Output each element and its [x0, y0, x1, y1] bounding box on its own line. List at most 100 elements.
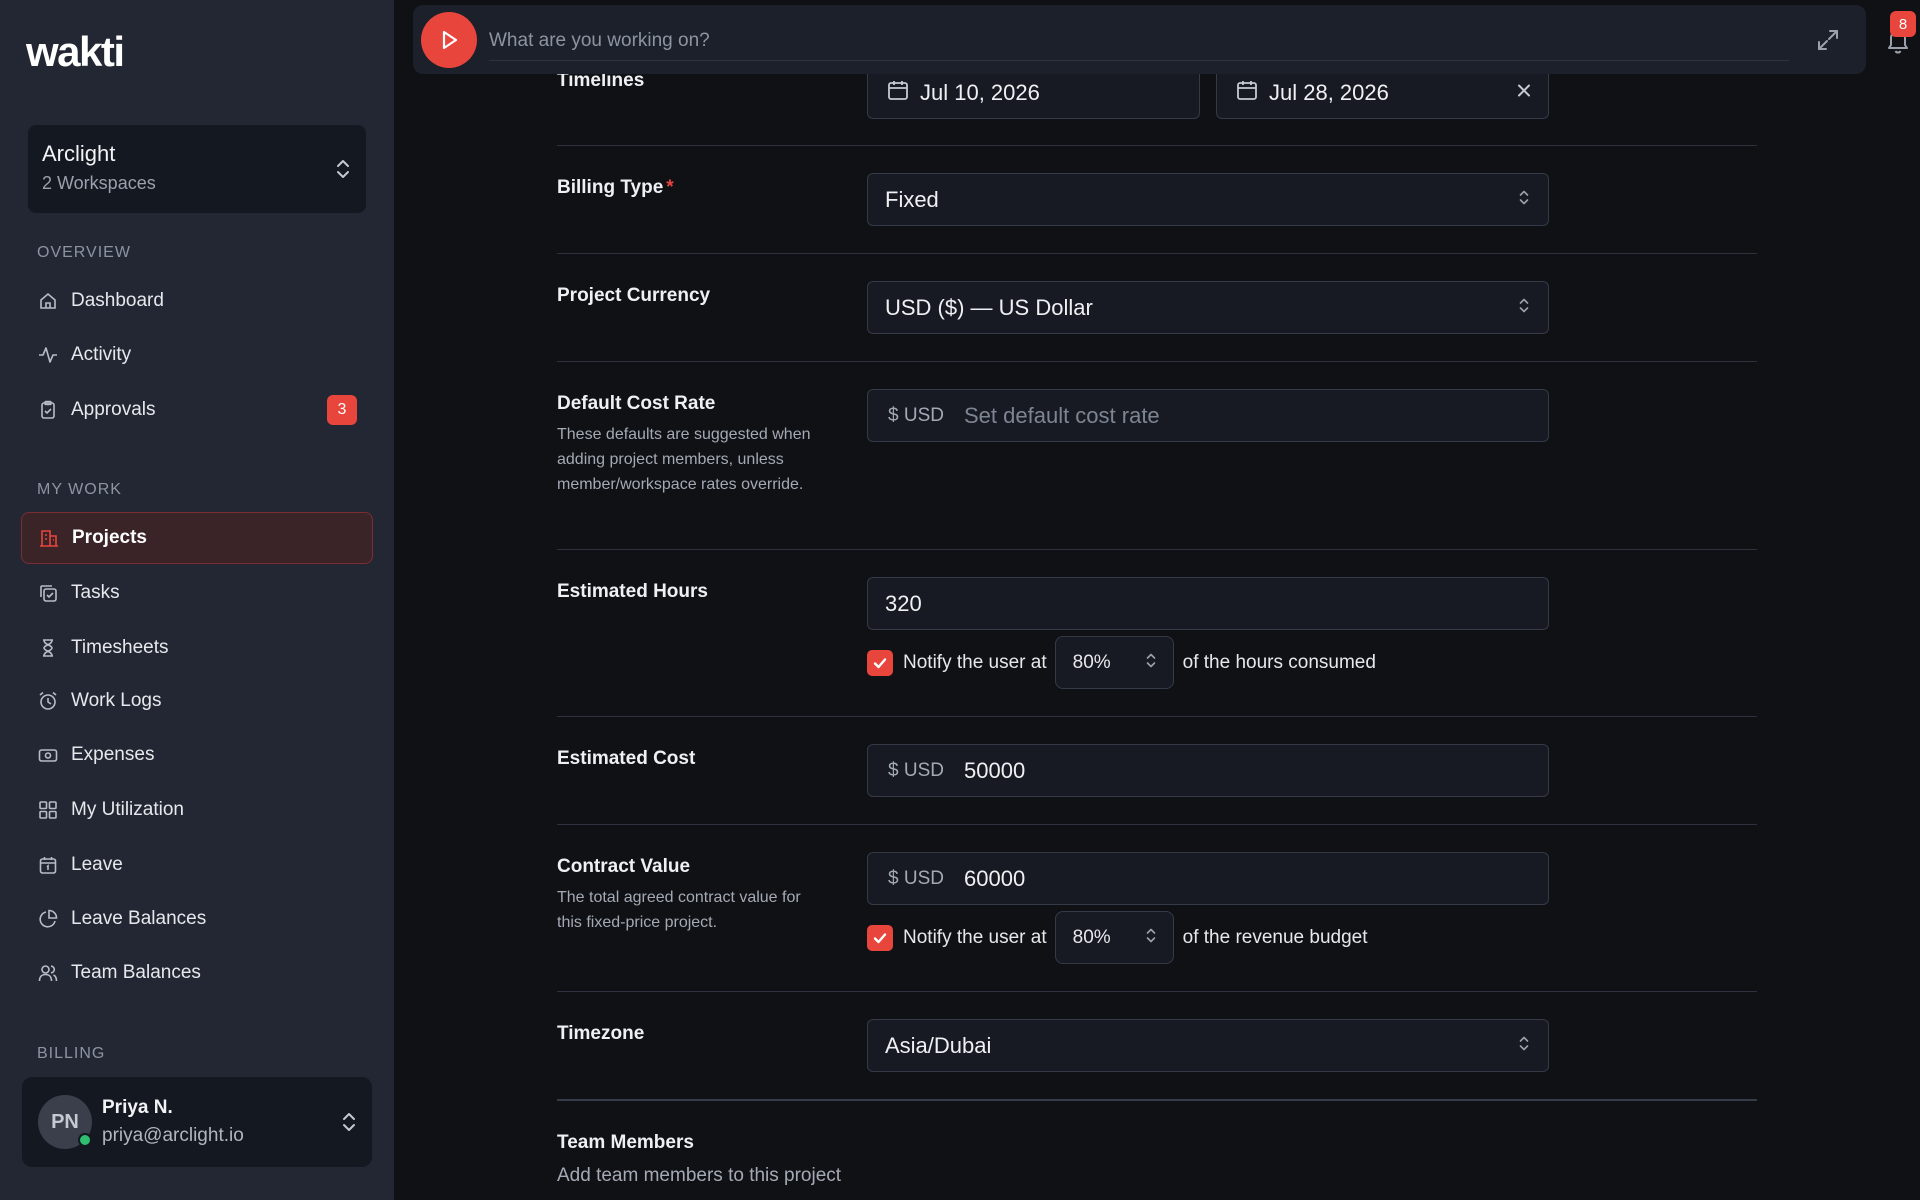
- project-currency-value: USD ($) — US Dollar: [885, 294, 1093, 320]
- estimated-cost-input[interactable]: [964, 757, 1484, 784]
- default-cost-rate-label: Default Cost Rate: [557, 393, 716, 414]
- hours-threshold-value: 80%: [1072, 651, 1111, 673]
- sidebar-item-label: Leave: [71, 854, 123, 875]
- notify-suffix-text: of the hours consumed: [1182, 651, 1376, 673]
- team-members-heading: Team Members: [557, 1132, 694, 1153]
- sidebar-item-dashboard[interactable]: Dashboard: [21, 275, 373, 327]
- calendar-icon: [886, 78, 910, 107]
- workspace-switcher[interactable]: Arclight 2 Workspaces: [28, 125, 366, 213]
- chevron-up-down-icon: [1145, 925, 1157, 950]
- timezone-value: Asia/Dubai: [885, 1032, 992, 1058]
- sidebar-item-label: Approvals: [71, 399, 156, 420]
- divider: [557, 716, 1757, 717]
- start-timer-button[interactable]: [421, 12, 477, 68]
- currency-prefix: $ USD: [888, 404, 944, 426]
- default-cost-rate-field: $ USD: [867, 389, 1549, 442]
- estimated-cost-label: Estimated Cost: [557, 748, 696, 769]
- hours-threshold-select[interactable]: 80%: [1054, 636, 1174, 689]
- estimated-hours-field: [867, 577, 1549, 630]
- default-cost-rate-help: These defaults are suggested when adding…: [557, 426, 811, 493]
- chevron-up-down-icon: [342, 1111, 356, 1133]
- sidebar-item-tasks[interactable]: Tasks: [21, 567, 373, 619]
- divider: [557, 361, 1757, 362]
- timer-bar: 8: [413, 5, 1916, 74]
- section-label-my-work: MY WORK: [37, 481, 122, 498]
- project-currency-select[interactable]: USD ($) — US Dollar: [867, 281, 1549, 334]
- sidebar-item-label: Timesheets: [71, 637, 169, 658]
- sidebar-item-label: Expenses: [71, 744, 155, 765]
- sidebar-item-label: Tasks: [71, 582, 120, 603]
- sidebar-item-leave-balances[interactable]: Leave Balances: [21, 893, 373, 945]
- clear-date-icon[interactable]: [1516, 82, 1532, 103]
- grid-icon: [37, 799, 59, 821]
- hours-notify-row: Notify the user at 80% of the hours cons…: [867, 636, 1376, 689]
- sidebar-item-leave[interactable]: Leave: [21, 839, 373, 891]
- sidebar-item-label: Activity: [71, 344, 132, 365]
- divider: [557, 1099, 1757, 1101]
- calendar-icon: [1235, 78, 1259, 107]
- start-date-value: Jul 10, 2026: [920, 79, 1040, 105]
- sidebar-item-label: My Utilization: [71, 799, 184, 820]
- chevron-up-down-icon: [1518, 187, 1530, 212]
- hours-notify-checkbox[interactable]: [867, 649, 893, 676]
- revenue-notify-row: Notify the user at 80% of the revenue bu…: [867, 911, 1368, 964]
- sidebar-item-approvals[interactable]: Approvals 3: [21, 384, 373, 436]
- revenue-notify-checkbox[interactable]: [867, 924, 893, 951]
- sidebar-item-team-balances[interactable]: Team Balances: [21, 947, 373, 999]
- billing-type-label: Billing Type *: [557, 177, 674, 199]
- building-icon: [38, 527, 60, 549]
- sidebar-item-timesheets[interactable]: Timesheets: [21, 622, 373, 674]
- sidebar-item-work-logs[interactable]: Work Logs: [21, 675, 373, 727]
- check-icon: [873, 657, 887, 668]
- contract-value-input[interactable]: [964, 865, 1484, 892]
- end-date-value: Jul 28, 2026: [1269, 79, 1389, 105]
- sidebar-item-my-utilization[interactable]: My Utilization: [21, 784, 373, 836]
- sidebar-item-label: Projects: [72, 527, 147, 548]
- billing-type-value: Fixed: [885, 186, 939, 212]
- sidebar-item-projects[interactable]: Projects: [21, 512, 373, 564]
- calendar-icon: [37, 854, 59, 876]
- notify-prefix-text: Notify the user at: [903, 926, 1047, 948]
- online-status-icon: [78, 1133, 92, 1147]
- revenue-threshold-value: 80%: [1072, 926, 1111, 948]
- hourglass-icon: [37, 637, 59, 659]
- chevron-up-down-icon: [336, 158, 350, 180]
- revenue-threshold-select[interactable]: 80%: [1054, 911, 1174, 964]
- notify-prefix-text: Notify the user at: [903, 651, 1047, 673]
- contract-value-field: $ USD: [867, 852, 1549, 905]
- billing-type-select[interactable]: Fixed: [867, 173, 1549, 226]
- billing-type-label-text: Billing Type: [557, 177, 664, 198]
- clipboard-check-icon: [37, 399, 59, 421]
- notify-suffix-text: of the revenue budget: [1182, 926, 1368, 948]
- chevron-up-down-icon: [1518, 295, 1530, 320]
- user-name: Priya N.: [102, 1097, 173, 1118]
- estimated-cost-field: $ USD: [867, 744, 1549, 797]
- home-icon: [37, 290, 59, 312]
- expand-icon[interactable]: [1815, 27, 1841, 53]
- currency-prefix: $ USD: [888, 867, 944, 889]
- user-menu[interactable]: PN Priya N. priya@arclight.io: [22, 1077, 372, 1167]
- default-cost-rate-input[interactable]: [964, 402, 1484, 429]
- app-logo[interactable]: wakti: [26, 28, 125, 76]
- divider: [557, 824, 1757, 825]
- estimated-hours-input[interactable]: [885, 590, 1405, 617]
- project-currency-label: Project Currency: [557, 285, 711, 306]
- divider: [557, 145, 1757, 146]
- section-label-overview: OVERVIEW: [37, 244, 131, 261]
- sidebar-item-activity[interactable]: Activity: [21, 329, 373, 381]
- contract-value-label: Contract Value: [557, 856, 691, 877]
- alarm-clock-icon: [37, 690, 59, 712]
- sidebar-item-expenses[interactable]: Expenses: [21, 729, 373, 781]
- chevron-up-down-icon: [1518, 1033, 1530, 1058]
- chevron-up-down-icon: [1145, 650, 1157, 675]
- section-label-billing: BILLING: [37, 1045, 106, 1062]
- sidebar-item-label: Work Logs: [71, 690, 162, 711]
- workspace-name: Arclight: [42, 141, 116, 166]
- sidebar-item-label: Team Balances: [71, 962, 201, 983]
- required-marker: *: [666, 177, 674, 198]
- copy-check-icon: [37, 582, 59, 604]
- divider: [557, 991, 1757, 992]
- timezone-select[interactable]: Asia/Dubai: [867, 1019, 1549, 1072]
- divider: [557, 549, 1757, 550]
- timer-description-input[interactable]: [489, 21, 1789, 61]
